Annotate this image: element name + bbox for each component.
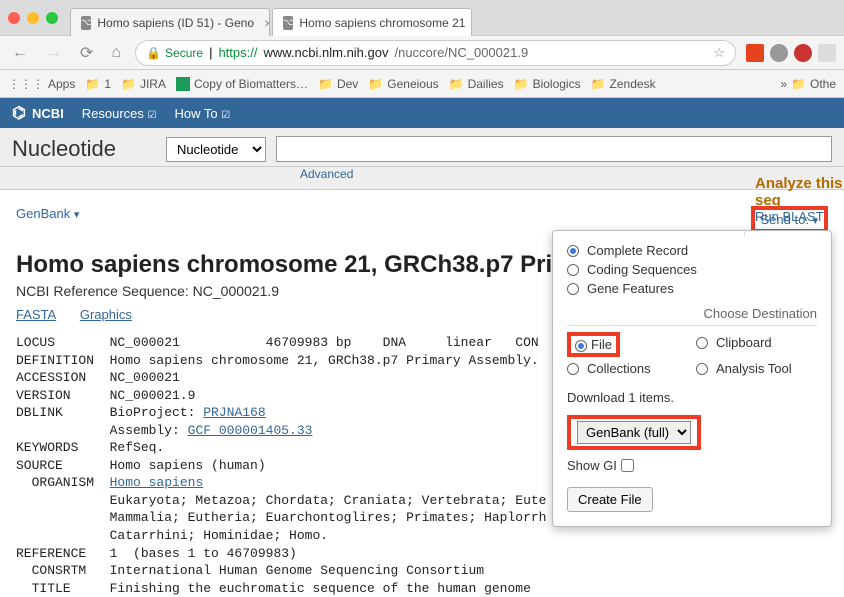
radio-icon xyxy=(567,363,579,375)
record-scope-option[interactable]: Gene Features xyxy=(567,281,817,296)
show-gi-label: Show GI xyxy=(567,458,617,473)
record-scope-option[interactable]: Coding Sequences xyxy=(567,262,817,277)
browser-tab-strip: ⌥ Homo sapiens (ID 51) - Geno × ⌥ Homo s… xyxy=(0,0,844,36)
url-host: www.ncbi.nlm.nih.gov xyxy=(263,45,388,60)
bookmark-folder[interactable]: 📁Dailies xyxy=(449,77,504,91)
tab-title: Homo sapiens chromosome 21 xyxy=(299,16,465,30)
flat-reference: REFERENCE 1 (bases 1 to 46709983) xyxy=(16,546,297,561)
back-button[interactable]: ← xyxy=(8,44,32,62)
favicon-icon: ⌥ xyxy=(81,16,91,30)
radio-icon xyxy=(575,340,587,352)
address-bar-row: ← → ⟳ ⌂ 🔒 Secure | https://www.ncbi.nlm.… xyxy=(0,36,844,70)
bookmark-folder[interactable]: 📁Geneious xyxy=(368,77,438,91)
format-select-highlight: GenBank (full) xyxy=(567,415,701,450)
database-select[interactable]: Nucleotide xyxy=(166,137,266,162)
fasta-link[interactable]: FASTA xyxy=(16,307,56,322)
analyze-heading: Analyze this seq xyxy=(755,175,844,209)
flat-organism-label: ORGANISM xyxy=(16,475,110,490)
secure-label: Secure xyxy=(165,46,203,60)
chevron-down-icon: ☑ xyxy=(221,110,230,121)
destination-analysis-option[interactable]: Analysis Tool xyxy=(696,361,817,376)
flat-taxonomy: Mammalia; Eutheria; Euarchontoglires; Pr… xyxy=(16,510,547,525)
secure-lock-icon: 🔒 Secure xyxy=(146,46,203,60)
flat-accession: ACCESSION NC_000021 xyxy=(16,370,180,385)
forward-button[interactable]: → xyxy=(42,44,66,62)
search-bar: Nucleotide Nucleotide xyxy=(0,128,844,167)
maximize-window-icon[interactable] xyxy=(46,12,58,24)
home-button[interactable]: ⌂ xyxy=(107,44,125,62)
graphics-link[interactable]: Graphics xyxy=(80,307,132,322)
download-format-select[interactable]: GenBank (full) xyxy=(577,421,691,444)
assembly-link[interactable]: GCF_000001405.33 xyxy=(188,423,313,438)
radio-icon xyxy=(567,264,579,276)
bookmark-star-icon[interactable]: ☆ xyxy=(713,45,725,61)
flat-dblink-label: DBLINK BioProject: xyxy=(16,405,203,420)
tab-title: Homo sapiens (ID 51) - Geno xyxy=(97,16,254,30)
create-file-button[interactable]: Create File xyxy=(567,487,653,512)
browser-tab-1[interactable]: ⌥ Homo sapiens (ID 51) - Geno × xyxy=(70,8,270,36)
radio-icon xyxy=(696,337,708,349)
record-scope-option[interactable]: Complete Record xyxy=(567,243,817,258)
flat-taxonomy: Catarrhini; Hominidae; Homo. xyxy=(16,528,328,543)
browser-tab-2-active[interactable]: ⌥ Homo sapiens chromosome 21 × xyxy=(272,8,472,36)
chevron-down-icon: ☑ xyxy=(148,110,157,121)
url-input[interactable]: 🔒 Secure | https://www.ncbi.nlm.nih.gov/… xyxy=(135,40,736,66)
ncbi-logo[interactable]: ⌬ NCBI xyxy=(12,103,64,123)
minimize-window-icon[interactable] xyxy=(27,12,39,24)
format-dropdown[interactable]: GenBank ▾ xyxy=(16,206,79,233)
caret-down-icon: ▾ xyxy=(74,209,79,221)
bookmark-folder[interactable]: 📁Dev xyxy=(318,77,358,91)
flat-keywords: KEYWORDS RefSeq. xyxy=(16,440,164,455)
ncbi-resources-menu[interactable]: Resources ☑ xyxy=(82,106,157,121)
organism-link[interactable]: Homo sapiens xyxy=(110,475,204,490)
bookmarks-bar: ⋮⋮⋮ Apps 📁1 📁JIRA Copy of Biomatters… 📁D… xyxy=(0,70,844,98)
advanced-search-link[interactable]: Advanced xyxy=(300,167,353,181)
favicon-icon: ⌥ xyxy=(283,16,293,30)
right-sidebar: Analyze this seq Run BLAST xyxy=(744,228,844,236)
flat-assembly-label: Assembly: xyxy=(16,423,188,438)
bookmark-folder[interactable]: 📁Zendesk xyxy=(591,77,656,91)
flat-consortium: CONSRTM International Human Genome Seque… xyxy=(16,563,484,578)
destination-file-option[interactable]: File xyxy=(567,332,688,357)
close-window-icon[interactable] xyxy=(8,12,20,24)
flat-ref-title: TITLE Finishing the euchromatic sequence… xyxy=(16,581,531,596)
flat-taxonomy: Eukaryota; Metazoa; Chordata; Craniata; … xyxy=(16,493,547,508)
bookmark-folder[interactable]: 📁1 xyxy=(85,77,111,91)
flat-version: VERSION NC_000021.9 xyxy=(16,388,195,403)
download-count-label: Download 1 items. xyxy=(567,390,817,405)
url-protocol: https:// xyxy=(218,45,257,60)
reload-button[interactable]: ⟳ xyxy=(76,43,97,63)
bookmark-apps[interactable]: ⋮⋮⋮ Apps xyxy=(8,77,75,91)
bookmark-folder[interactable]: 📁JIRA xyxy=(121,77,166,91)
show-gi-checkbox-row[interactable]: Show GI xyxy=(567,458,817,473)
bookmark-folder[interactable]: 📁Biologics xyxy=(514,77,581,91)
close-tab-icon[interactable]: × xyxy=(264,15,270,31)
destination-section-label: Choose Destination xyxy=(567,306,817,321)
url-path: /nuccore/NC_000021.9 xyxy=(394,45,528,60)
search-input[interactable] xyxy=(276,136,832,162)
flat-locus: LOCUS NC_000021 46709983 bp DNA linear C… xyxy=(16,335,539,350)
destination-clipboard-option[interactable]: Clipboard xyxy=(696,332,817,353)
ncbi-header: ⌬ NCBI Resources ☑ How To ☑ xyxy=(0,98,844,128)
window-controls xyxy=(8,12,58,24)
radio-icon xyxy=(567,245,579,257)
ncbi-howto-menu[interactable]: How To ☑ xyxy=(174,106,230,121)
radio-icon xyxy=(567,283,579,295)
send-to-panel: Complete Record Coding Sequences Gene Fe… xyxy=(552,230,832,527)
show-gi-checkbox[interactable] xyxy=(621,459,634,472)
run-blast-link[interactable]: Run BLAST xyxy=(755,209,844,224)
flat-source: SOURCE Homo sapiens (human) xyxy=(16,458,266,473)
bookmark-item[interactable]: Copy of Biomatters… xyxy=(176,77,308,91)
radio-icon xyxy=(696,363,708,375)
advanced-row: Advanced xyxy=(0,167,844,190)
bioproject-link[interactable]: PRJNA168 xyxy=(203,405,265,420)
database-title: Nucleotide xyxy=(12,136,116,162)
destination-collections-option[interactable]: Collections xyxy=(567,361,688,376)
flat-definition: DEFINITION Homo sapiens chromosome 21, G… xyxy=(16,353,539,368)
